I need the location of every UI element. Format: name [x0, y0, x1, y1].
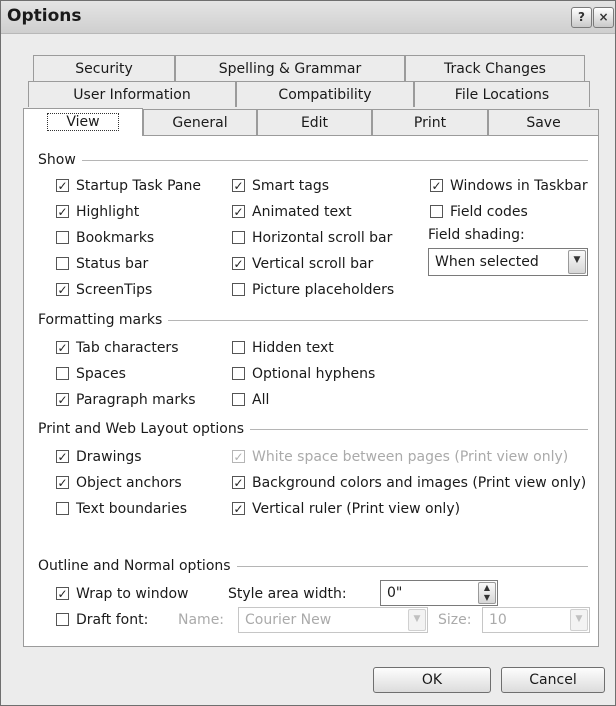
- title-bar: Options ? ×: [1, 1, 615, 34]
- tab-view-label: View: [47, 113, 119, 131]
- checkbox-box: ✓: [56, 393, 69, 407]
- field-shading-label: Field shading:: [428, 227, 525, 243]
- checkbox-box: [232, 393, 245, 406]
- font-size-label: Size:: [438, 612, 472, 628]
- font-name-select: Courier New ▼: [238, 607, 428, 633]
- checkbox-label: Draft font:: [76, 612, 149, 628]
- chevron-down-icon[interactable]: ▼: [568, 250, 586, 274]
- checkbox-label: Picture placeholders: [252, 282, 395, 298]
- section-divider: [38, 160, 588, 161]
- field-shading-select[interactable]: When selected ▼: [428, 248, 588, 276]
- tab-save[interactable]: Save: [488, 109, 599, 135]
- checkbox-label: Vertical scroll bar: [252, 256, 374, 272]
- font-name-label: Name:: [178, 612, 225, 628]
- tab-view[interactable]: View: [23, 108, 143, 136]
- checkbox-label: Smart tags: [252, 178, 330, 194]
- view-tab-panel: Show ✓ Startup Task Pane ✓ Highlight Bookm…: [23, 135, 599, 647]
- print-web-layout-heading: Print and Web Layout options: [38, 420, 251, 438]
- tab-general[interactable]: General: [143, 109, 257, 135]
- chevron-down-icon: ▼: [570, 609, 588, 631]
- options-dialog: Options ? × Security Spelling & Grammar …: [0, 0, 616, 706]
- checkbox-box: [56, 367, 69, 380]
- style-area-width-value: 0": [387, 585, 403, 601]
- checkbox-box: [232, 231, 245, 244]
- checkbox-box: ✓: [56, 450, 69, 464]
- checkbox-label: Startup Task Pane: [76, 178, 201, 194]
- checkbox-box: [430, 205, 443, 218]
- show-section: Show: [38, 151, 588, 169]
- checkbox-box: ✓: [430, 179, 443, 193]
- checkbox-box: ✓: [56, 341, 69, 355]
- checkbox-label: Object anchors: [76, 475, 182, 491]
- checkbox-box: [56, 502, 69, 515]
- tab-compatibility[interactable]: Compatibility: [236, 81, 414, 107]
- checkbox-box: ✓: [232, 502, 245, 516]
- ok-button[interactable]: OK: [373, 667, 491, 693]
- tab-track-changes[interactable]: Track Changes: [405, 55, 585, 81]
- checkbox-box: ✓: [56, 476, 69, 490]
- close-button[interactable]: ×: [593, 7, 614, 28]
- checkbox-label: Highlight: [76, 204, 140, 220]
- checkbox-box: [56, 231, 69, 244]
- font-name-value: Courier New: [245, 612, 332, 628]
- style-area-width-label: Style area width:: [228, 586, 347, 602]
- checkbox-box: ✓: [56, 587, 69, 601]
- checkbox-label: Tab characters: [76, 340, 179, 356]
- outline-normal-section: Outline and Normal options: [38, 557, 588, 575]
- checkbox-label: Paragraph marks: [76, 392, 196, 408]
- checkbox-box: ✓: [232, 476, 245, 490]
- field-shading-value: When selected: [435, 254, 539, 270]
- outline-normal-heading: Outline and Normal options: [38, 557, 237, 575]
- show-heading: Show: [38, 151, 82, 169]
- chevron-down-icon: ▼: [408, 609, 426, 631]
- checkbox-box: ✓: [232, 257, 245, 271]
- help-button[interactable]: ?: [571, 7, 592, 28]
- checkbox-label: Windows in Taskbar: [450, 178, 588, 194]
- checkbox-label: Hidden text: [252, 340, 334, 356]
- checkbox-label: Status bar: [76, 256, 149, 272]
- cancel-button[interactable]: Cancel: [501, 667, 605, 693]
- checkbox-box: [232, 367, 245, 380]
- checkbox-box: [232, 283, 245, 296]
- checkbox-label: All: [252, 392, 270, 408]
- checkbox-label: Vertical ruler (Print view only): [252, 501, 461, 517]
- checkbox-label: Horizontal scroll bar: [252, 230, 393, 246]
- checkbox-label: Optional hyphens: [252, 366, 376, 382]
- font-size-select: 10 ▼: [482, 607, 590, 633]
- checkbox-label: Background colors and images (Print view…: [252, 475, 587, 491]
- checkbox-box: ✓: [56, 179, 69, 193]
- tab-file-locations[interactable]: File Locations: [414, 81, 590, 107]
- spinner-arrows-icon[interactable]: ▲ ▼: [478, 582, 496, 604]
- checkbox-label: White space between pages (Print view on…: [252, 449, 569, 465]
- checkbox-label: ScreenTips: [76, 282, 153, 298]
- formatting-marks-section: Formatting marks: [38, 311, 588, 329]
- dialog-title: Options: [7, 6, 82, 26]
- print-web-layout-section: Print and Web Layout options: [38, 420, 588, 438]
- checkbox-box: ✓: [232, 450, 245, 464]
- checkbox-label: Spaces: [76, 366, 126, 382]
- checkbox-box: [232, 341, 245, 354]
- tab-edit[interactable]: Edit: [257, 109, 372, 135]
- checkbox-label: Field codes: [450, 204, 528, 220]
- checkbox-box: ✓: [56, 205, 69, 219]
- checkbox-box: [56, 613, 69, 626]
- tab-user-information[interactable]: User Information: [28, 81, 236, 107]
- checkbox-label: Animated text: [252, 204, 352, 220]
- font-size-value: 10: [489, 612, 507, 628]
- checkbox-box: ✓: [56, 283, 69, 297]
- checkbox-label: Drawings: [76, 449, 142, 465]
- style-area-width-spinner[interactable]: 0" ▲ ▼: [380, 580, 498, 606]
- checkbox-box: ✓: [232, 205, 245, 219]
- tab-spelling-grammar[interactable]: Spelling & Grammar: [175, 55, 405, 81]
- checkbox-box: ✓: [232, 179, 245, 193]
- checkbox-label: Bookmarks: [76, 230, 155, 246]
- checkbox-box: [56, 257, 69, 270]
- tab-print[interactable]: Print: [372, 109, 488, 135]
- tab-security[interactable]: Security: [33, 55, 175, 81]
- formatting-marks-heading: Formatting marks: [38, 311, 169, 329]
- checkbox-label: Text boundaries: [76, 501, 187, 517]
- checkbox-label: Wrap to window: [76, 586, 189, 602]
